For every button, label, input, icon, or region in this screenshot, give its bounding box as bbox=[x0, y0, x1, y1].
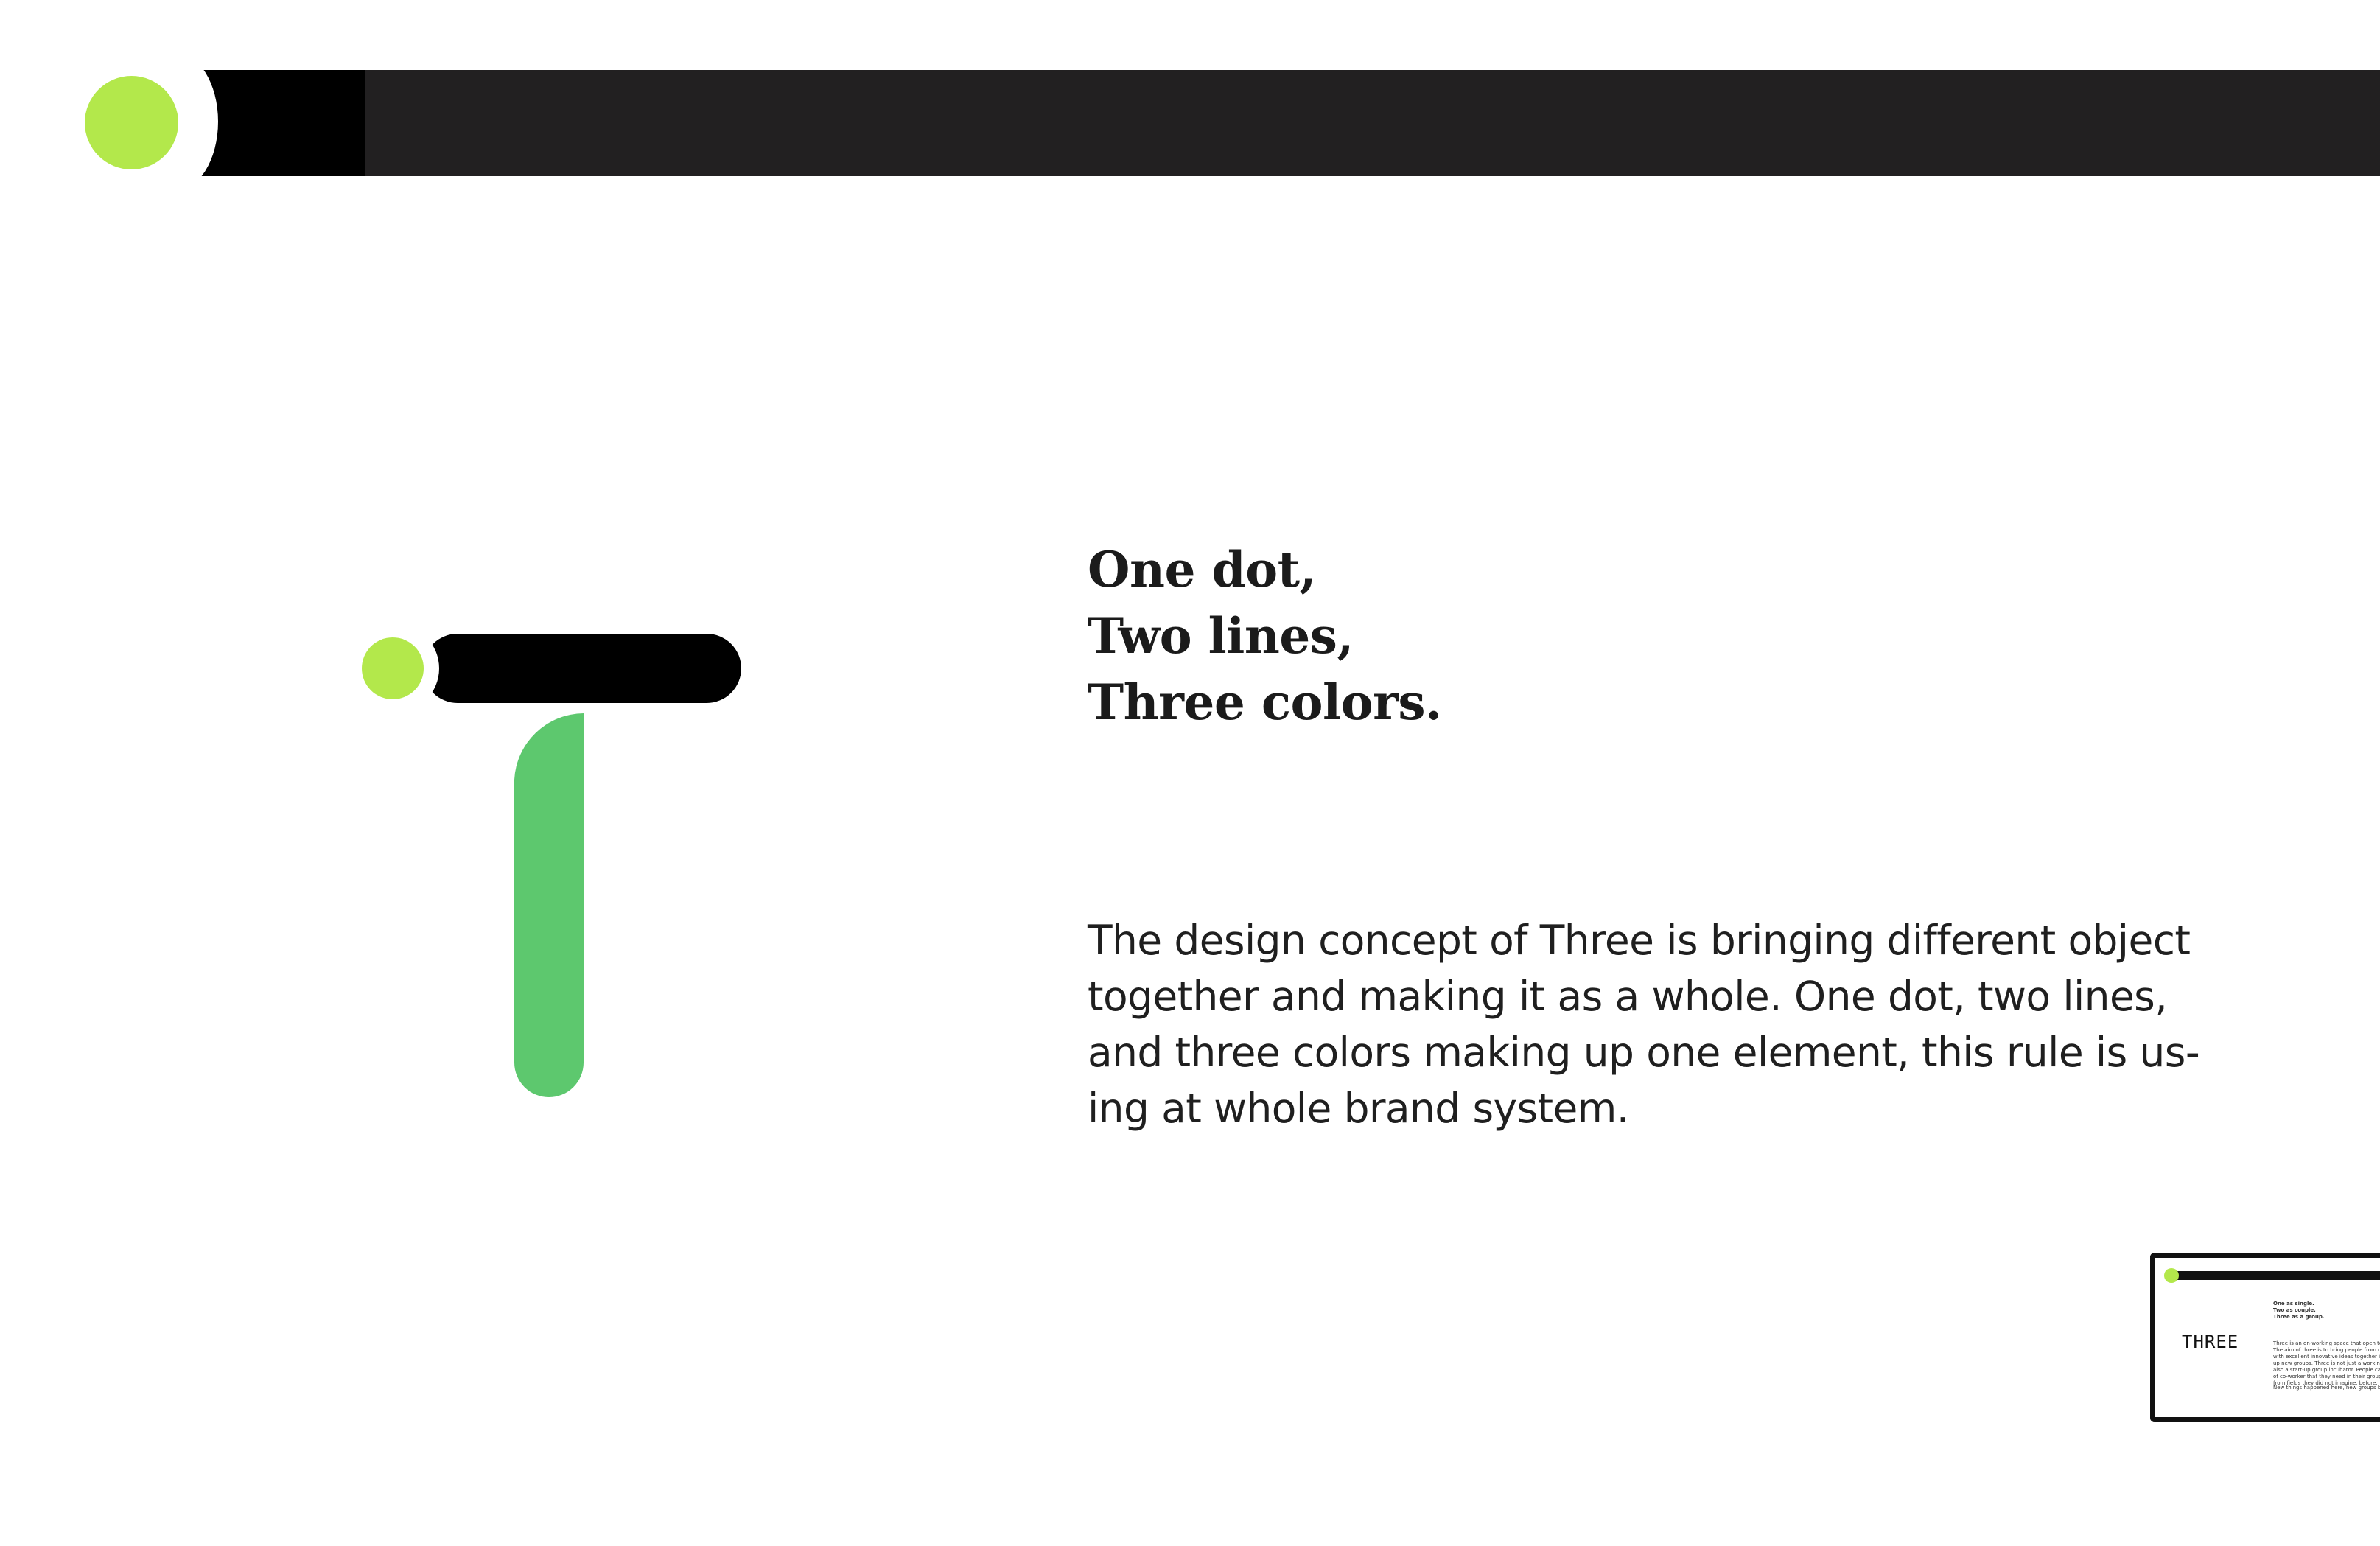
description-line: and three colors making up one element, … bbox=[1088, 1029, 2200, 1076]
thumbnail-header-bar bbox=[2177, 1271, 2380, 1280]
header-bar-dark bbox=[346, 70, 2380, 176]
thumbnail-body-line: of co-worker that they need in their gro… bbox=[2273, 1374, 2380, 1379]
thumbnail-footer: New things happened here, new groups bor… bbox=[2273, 1385, 2380, 1391]
thumbnail-heading-line: Three as a group. bbox=[2273, 1314, 2325, 1320]
thumbnail-body-line: also a start-up group incubator. People … bbox=[2273, 1367, 2380, 1373]
description-line: The design concept of Three is bringing … bbox=[1088, 917, 2191, 964]
thumbnail-wordmark: THREE bbox=[2182, 1332, 2239, 1352]
thumbnail-heading-line: One as single. bbox=[2273, 1301, 2314, 1307]
thumbnail-body-line: Three is an on-working space that open t… bbox=[2273, 1340, 2380, 1346]
logo-dot-icon bbox=[362, 637, 424, 699]
description-paragraph: The design concept of Three is bringing … bbox=[1088, 912, 2237, 1136]
thumbnail-body: Three is an on-working space that open t… bbox=[2273, 1340, 2380, 1387]
thumbnail-body-line: The aim of three is to bring people from… bbox=[2273, 1347, 2380, 1353]
thumbnail-dot-icon bbox=[2164, 1268, 2179, 1283]
header-dot-icon bbox=[85, 76, 178, 169]
thumbnail-body-line: with excellent innovative ideas together… bbox=[2273, 1354, 2380, 1360]
description-line: ing at whole brand system. bbox=[1088, 1085, 1629, 1132]
page-thumbnail[interactable]: THREE One as single. Two as couple. Thre… bbox=[2150, 1253, 2380, 1422]
headline: One dot, Two lines, Three colors. bbox=[1088, 536, 1751, 735]
thumbnail-heading: One as single. Two as couple. Three as a… bbox=[2273, 1301, 2325, 1321]
three-logo-mark bbox=[354, 626, 741, 1097]
headline-line: One dot, bbox=[1088, 541, 1317, 598]
logo-stem bbox=[514, 713, 584, 1097]
description-line: together and making it as a whole. One d… bbox=[1088, 973, 2168, 1020]
headline-line: Three colors. bbox=[1088, 674, 1442, 731]
logo-top-bar bbox=[423, 634, 741, 703]
headline-line: Two lines, bbox=[1088, 607, 1354, 665]
thumbnail-body-line: up new groups. Three is not just a worki… bbox=[2273, 1360, 2380, 1366]
thumbnail-heading-line: Two as couple. bbox=[2273, 1307, 2316, 1313]
